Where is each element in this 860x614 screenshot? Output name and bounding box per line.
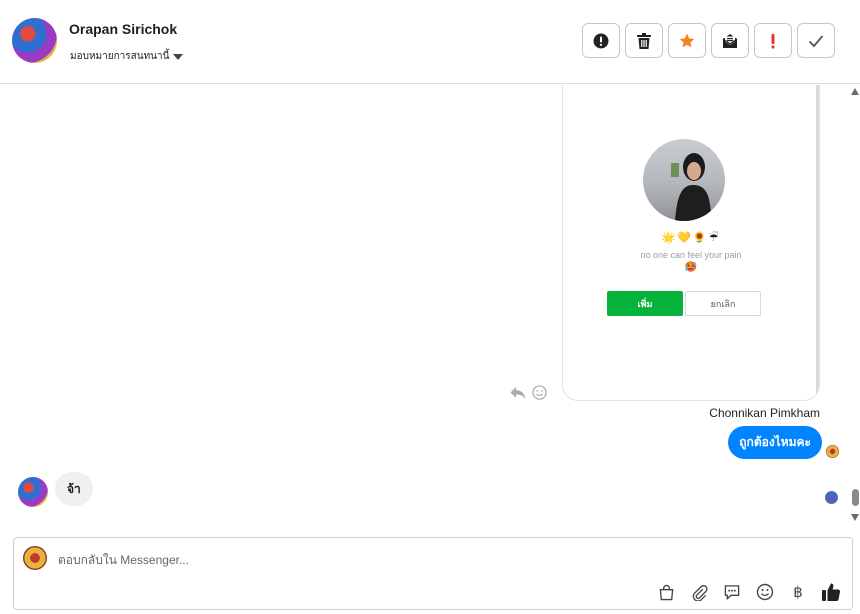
scroll-down-arrow-icon[interactable] [851,514,859,521]
emoji-smiley-icon [756,583,774,601]
spam-button[interactable] [754,23,792,58]
outgoing-message-bubble[interactable]: ถูกต้องไหมคะ [728,426,822,459]
add-button: เพิ่ม [607,291,683,316]
chat-bubble-icon [724,584,740,600]
sender-name: Chonnikan Pimkham [709,406,820,420]
scrollbar-thumb[interactable] [852,489,859,506]
bio-emoji-row: 🌟💛🌻☔ [661,232,721,244]
profile-photo [643,139,725,221]
bio-text: no one can feel your pain [640,250,742,260]
payment-baht-button[interactable]: ฿ [787,581,809,603]
react-smiley-icon[interactable] [532,385,547,400]
delete-button[interactable] [625,23,663,58]
star-icon [679,33,695,47]
done-check-icon [808,34,824,47]
seen-avatar [826,445,839,458]
alert-circle-icon [593,33,609,48]
mark-unread-button[interactable] [711,23,749,58]
shopping-bag-icon [659,584,673,600]
spam-icon [771,33,775,48]
shared-screenshot-image[interactable]: 🌟💛🌻☔ no one can feel your pain 🥵 เพิ่ม ย… [562,85,820,401]
star-button[interactable] [668,23,706,58]
composer-tools: ฿ [655,581,842,603]
attach-button[interactable] [688,581,710,603]
mark-unread-icon [722,33,738,48]
thumbs-up-icon [822,583,841,602]
reply-input[interactable] [58,550,558,570]
reply-arrow-icon[interactable] [510,386,526,400]
page-avatar [23,546,47,570]
bio-emoji: 🥵 [684,262,698,273]
contact-avatar[interactable] [12,18,57,63]
conversation-toolbar [582,23,835,58]
person-silhouette-icon [671,153,711,221]
reply-composer: ฿ [13,537,853,610]
shop-button[interactable] [655,581,677,603]
messenger-inbox: Orapan Sirichok มอบหมายการสนทนานี้ 🌟💛🌻☔ … [0,0,860,614]
scroll-up-arrow-icon[interactable] [851,88,859,95]
alert-button[interactable] [582,23,620,58]
message-thread[interactable]: 🌟💛🌻☔ no one can feel your pain 🥵 เพิ่ม ย… [0,85,860,535]
conversation-header: Orapan Sirichok มอบหมายการสนทนานี้ [0,0,860,84]
saved-replies-button[interactable] [721,581,743,603]
assign-label: มอบหมายการสนทนานี้ [70,51,170,62]
caret-down-icon [173,53,184,60]
assign-conversation-dropdown[interactable]: มอบหมายการสนทนานี้ [70,49,184,64]
paperclip-icon [692,584,708,601]
incoming-message-bubble[interactable]: จ้า [55,472,93,506]
message-hover-actions [510,385,547,400]
cancel-button: ยกเลิก [685,291,761,316]
read-receipt-avatar [825,491,838,504]
contact-name[interactable]: Orapan Sirichok [69,21,177,37]
done-button[interactable] [797,23,835,58]
contact-message-avatar[interactable] [18,477,48,507]
like-button[interactable] [820,581,842,603]
trash-icon [637,32,651,49]
emoji-button[interactable] [754,581,776,603]
